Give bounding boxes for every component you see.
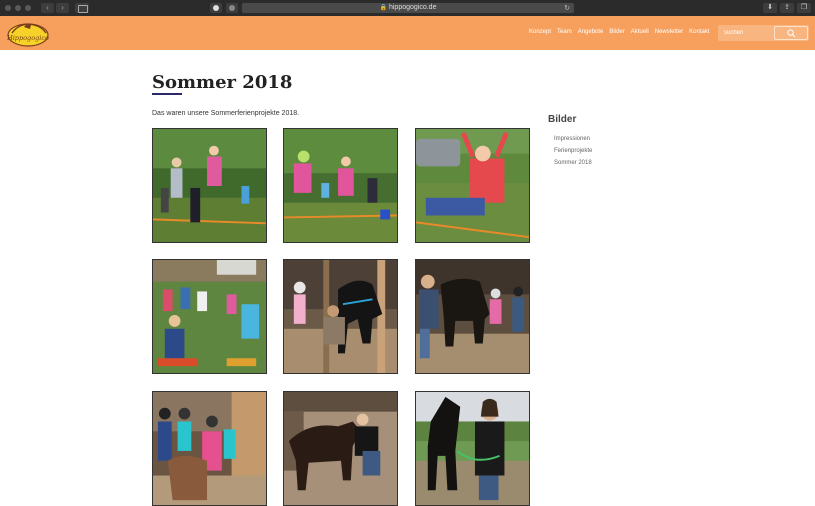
sidebar-item-label[interactable]: Sommer 2018 xyxy=(554,160,592,166)
photo-pony-children[interactable] xyxy=(152,391,267,506)
nav-team[interactable]: Team xyxy=(557,29,572,35)
browser-toolbar: ‹ › 🔒 hippogogico.de ↻ ⬇ ⇪ ❐ xyxy=(0,0,815,16)
sidebar-toggle-icon[interactable] xyxy=(75,3,89,13)
search-input[interactable] xyxy=(718,25,773,41)
sidebar-item-label[interactable]: Impressionen xyxy=(554,136,590,142)
lock-icon: 🔒 xyxy=(379,5,387,11)
logo-text: Hippogogico xyxy=(6,34,49,42)
forward-button[interactable]: › xyxy=(56,3,69,13)
photo-group-meadow[interactable] xyxy=(152,259,267,374)
site-header: Hippogogico Konzept Team Angebote Bilder… xyxy=(0,16,815,50)
nav-newsletter[interactable]: Newsletter xyxy=(655,29,683,35)
nav-angebote[interactable]: Angebote xyxy=(578,29,604,35)
photo-slackline-3[interactable] xyxy=(415,128,530,243)
main-navigation: Konzept Team Angebote Bilder Aktuell New… xyxy=(529,29,709,35)
sidebar-item-sommer-2018[interactable]: Sommer 2018 xyxy=(554,157,592,169)
sidebar-item-impressionen[interactable]: Impressionen xyxy=(554,133,592,145)
search-form xyxy=(718,25,809,41)
sidebar-title: Bilder xyxy=(548,114,577,125)
extension-icon[interactable] xyxy=(210,3,222,13)
site-logo[interactable]: Hippogogico xyxy=(6,19,50,47)
intro-text: Das waren unsere Sommerferienprojekte 20… xyxy=(152,110,300,117)
back-button[interactable]: ‹ xyxy=(41,3,54,13)
nav-bilder[interactable]: Bilder xyxy=(609,29,624,35)
photo-horse-lead[interactable] xyxy=(415,391,530,506)
title-underline xyxy=(152,93,182,95)
reload-icon[interactable]: ↻ xyxy=(564,4,570,14)
nav-kontakt[interactable]: Kontakt xyxy=(689,29,709,35)
close-window-icon[interactable] xyxy=(5,5,11,11)
tabs-icon[interactable]: ❐ xyxy=(797,3,811,13)
nav-aktuell[interactable]: Aktuell xyxy=(631,29,649,35)
sidebar-item-label[interactable]: Ferienprojekte xyxy=(554,148,592,154)
search-icon xyxy=(786,28,795,37)
photo-slackline-1[interactable] xyxy=(152,128,267,243)
page-title: Sommer 2018 xyxy=(152,72,293,93)
download-icon[interactable]: ⬇ xyxy=(763,3,777,13)
photo-stable-horse-3[interactable] xyxy=(283,391,398,506)
photo-slackline-2[interactable] xyxy=(283,128,398,243)
extension-icon-2[interactable] xyxy=(226,3,238,13)
photo-stable-horse-1[interactable] xyxy=(283,259,398,374)
photo-stable-horse-2[interactable] xyxy=(415,259,530,374)
window-controls[interactable] xyxy=(5,5,31,11)
share-icon[interactable]: ⇪ xyxy=(780,3,794,13)
nav-konzept[interactable]: Konzept xyxy=(529,29,551,35)
address-bar[interactable]: 🔒 hippogogico.de ↻ xyxy=(242,3,574,13)
address-text: hippogogico.de xyxy=(388,4,437,11)
zoom-window-icon[interactable] xyxy=(25,5,31,11)
search-button[interactable] xyxy=(774,26,808,40)
sidebar-item-ferienprojekte[interactable]: Ferienprojekte xyxy=(554,145,592,157)
minimize-window-icon[interactable] xyxy=(15,5,21,11)
sidebar-list: Impressionen Ferienprojekte Sommer 2018 xyxy=(554,133,592,169)
